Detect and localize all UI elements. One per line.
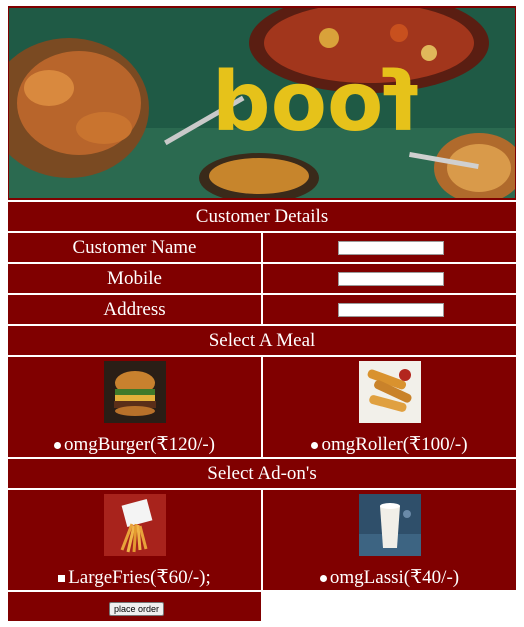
select-addons-header: Select Ad-on's xyxy=(8,459,516,488)
address-label: Address xyxy=(8,295,261,324)
burger-radio[interactable] xyxy=(53,442,61,450)
banner-logo-text: food xyxy=(212,55,419,150)
burger-image xyxy=(103,361,166,423)
mobile-input[interactable] xyxy=(337,272,444,287)
address-cell xyxy=(263,295,516,324)
customer-details-header: Customer Details xyxy=(8,202,516,231)
roller-radio[interactable] xyxy=(311,442,319,450)
address-input[interactable] xyxy=(337,303,444,318)
addon-option-lassi[interactable]: omgLassi(₹40/-) xyxy=(263,490,516,590)
banner-cell: food xyxy=(8,6,516,200)
burger-label: omgBurger(₹120/-) xyxy=(63,434,216,455)
empty-cell xyxy=(263,592,516,621)
spring-roll-image xyxy=(358,361,421,423)
mobile-cell xyxy=(263,264,516,293)
fries-checkbox[interactable] xyxy=(58,575,66,583)
lassi-radio[interactable] xyxy=(319,575,327,583)
lassi-label: omgLassi(₹40/-) xyxy=(329,567,460,588)
order-form: food Customer Details Customer Name Mobi… xyxy=(6,4,518,623)
fries-label: LargeFries(₹60/-); xyxy=(68,567,211,588)
customer-name-label: Customer Name xyxy=(8,233,261,262)
food-banner-image: food xyxy=(9,8,515,198)
place-order-button[interactable]: place order xyxy=(109,601,165,616)
customer-name-input[interactable] xyxy=(337,241,444,256)
lassi-image xyxy=(358,494,421,556)
meal-option-roller[interactable]: omgRoller(₹100/-) xyxy=(263,357,516,457)
roller-label: omgRoller(₹100/-) xyxy=(321,434,468,455)
customer-name-cell xyxy=(263,233,516,262)
mobile-label: Mobile xyxy=(8,264,261,293)
addon-option-fries[interactable]: LargeFries(₹60/-); xyxy=(8,490,261,590)
select-meal-header: Select A Meal xyxy=(8,326,516,355)
fries-image xyxy=(103,494,166,556)
order-button-cell: place order xyxy=(8,592,261,621)
meal-option-burger[interactable]: omgBurger(₹120/-) xyxy=(8,357,261,457)
